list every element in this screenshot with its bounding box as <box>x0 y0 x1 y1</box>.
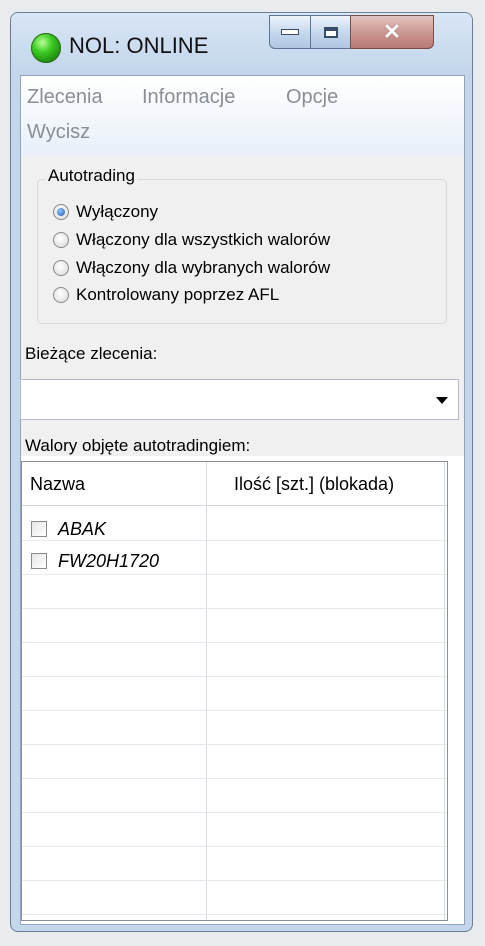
column-divider-end <box>444 462 445 920</box>
row-line <box>22 608 447 609</box>
radio-label: Kontrolowany poprzez AFL <box>76 285 280 304</box>
security-name: ABAK <box>58 519 107 539</box>
row-line <box>22 642 447 643</box>
row-line <box>22 880 447 881</box>
radio-button-checked[interactable] <box>53 204 69 220</box>
securities-label: Walory objęte autotradingiem: <box>25 436 251 455</box>
close-icon: ✕ <box>382 19 402 44</box>
row-checkbox[interactable] <box>31 553 47 569</box>
radio-button[interactable] <box>53 287 69 303</box>
window-title: NOL: ONLINE <box>69 33 209 58</box>
radio-label: Włączony dla wszystkich walorów <box>76 230 331 249</box>
radio-option-disabled[interactable]: Wyłączony <box>53 201 158 223</box>
autotrading-group-label: Autotrading <box>45 166 138 186</box>
maximize-icon <box>323 26 338 38</box>
row-line <box>22 812 447 813</box>
row-line <box>22 574 447 575</box>
security-name: FW20H1720 <box>58 551 160 571</box>
row-checkbox[interactable] <box>31 521 47 537</box>
client-area: Zlecenia Informacje Opcje Wycisz Autotra… <box>20 75 465 925</box>
radio-label: Włączony dla wybranych walorów <box>76 258 331 277</box>
menu-opcje[interactable]: Opcje <box>286 86 338 109</box>
row-line <box>22 778 447 779</box>
radio-button[interactable] <box>53 232 69 248</box>
radio-option-all[interactable]: Włączony dla wszystkich walorów <box>53 229 330 251</box>
row-line <box>22 676 447 677</box>
row-line <box>22 846 447 847</box>
minimize-button[interactable] <box>269 15 311 49</box>
maximize-button[interactable] <box>310 15 351 49</box>
title-bar[interactable]: NOL: ONLINE ✕ <box>11 13 472 75</box>
current-orders-dropdown[interactable] <box>20 379 459 420</box>
minimize-icon <box>281 29 299 35</box>
radio-button[interactable] <box>53 260 69 276</box>
row-line <box>22 540 447 541</box>
table-header: Nazwa Ilość [szt.] (blokada) <box>22 462 447 506</box>
menu-informacje[interactable]: Informacje <box>142 86 235 109</box>
app-window: NOL: ONLINE ✕ Zlecenia Informacje Opcje … <box>10 12 473 932</box>
row-line <box>22 710 447 711</box>
column-header-name[interactable]: Nazwa <box>30 474 85 495</box>
row-line <box>22 744 447 745</box>
radio-option-selected[interactable]: Włączony dla wybranych walorów <box>53 257 330 279</box>
online-status-icon <box>31 33 61 63</box>
securities-table: Nazwa Ilość [szt.] (blokada) ABAK FW20H1… <box>21 461 448 921</box>
current-orders-label: Bieżące zlecenia: <box>25 344 158 363</box>
column-header-quantity[interactable]: Ilość [szt.] (blokada) <box>234 474 394 495</box>
column-divider <box>206 462 207 920</box>
menu-bar: Zlecenia Informacje Opcje Wycisz <box>21 76 464 157</box>
dropdown-arrow-icon[interactable] <box>436 397 448 404</box>
radio-label: Wyłączony <box>76 202 159 221</box>
radio-option-afl[interactable]: Kontrolowany poprzez AFL <box>53 284 279 306</box>
close-button[interactable]: ✕ <box>350 15 434 49</box>
menu-zlecenia[interactable]: Zlecenia <box>27 86 103 109</box>
row-line <box>22 914 447 915</box>
menu-wycisz[interactable]: Wycisz <box>27 121 90 144</box>
